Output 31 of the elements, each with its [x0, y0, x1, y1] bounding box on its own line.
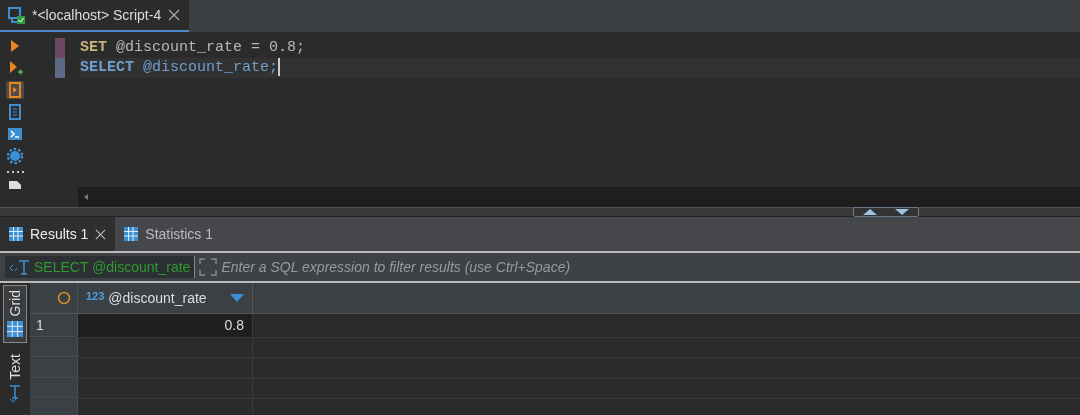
more-icon[interactable] [6, 169, 24, 175]
result-tab[interactable]: Statistics 1 [115, 217, 222, 251]
file-icon[interactable] [8, 179, 22, 189]
row-number: 1 [30, 313, 78, 337]
grid-icon [6, 320, 24, 339]
tab-title: *<localhost> Script-4 [32, 7, 162, 23]
terminal-icon[interactable] [6, 125, 24, 143]
query-chip[interactable]: SELECT @discount_rate [5, 256, 196, 278]
down-icon[interactable] [895, 209, 909, 215]
close-icon[interactable] [167, 8, 182, 22]
grid-icon [8, 226, 24, 242]
table-cell: 0.8 [78, 313, 253, 337]
database-script-icon [6, 5, 26, 25]
text-cursor-icon [7, 384, 23, 405]
splitter-toggle[interactable] [853, 207, 919, 217]
sort-icon[interactable] [230, 293, 244, 302]
filter-field[interactable]: SELECT @discount_rate Enter a SQL expression to filter results (use Ctrl+Space) [0, 251, 1080, 283]
up-icon[interactable] [863, 209, 877, 215]
grid-icon [123, 226, 140, 242]
text-cursor-icon [9, 259, 31, 275]
script-play-icon[interactable] [6, 81, 24, 99]
view-tab[interactable]: Text [3, 349, 27, 410]
settings-icon[interactable] [6, 147, 24, 165]
close-icon[interactable] [94, 227, 108, 241]
editor-tab[interactable]: *<localhost> Script-4 [0, 0, 190, 32]
circle-icon[interactable] [57, 290, 71, 305]
code-line: SET @discount_rate = 0.8; [80, 38, 307, 58]
result-tab[interactable]: Results 1 [0, 217, 116, 251]
view-tab[interactable]: Grid [3, 285, 27, 344]
document-icon[interactable] [6, 103, 24, 121]
column-header[interactable]: 123 @discount_rate [78, 283, 253, 313]
